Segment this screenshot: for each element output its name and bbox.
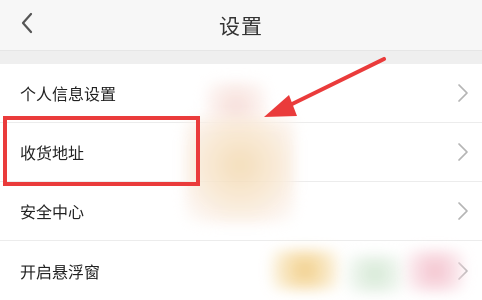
page-title: 设置	[219, 15, 263, 39]
blurred-watermark	[405, 250, 465, 292]
chevron-right-icon	[458, 84, 468, 102]
settings-item-label: 个人信息设置	[20, 85, 117, 104]
blurred-watermark	[185, 118, 295, 223]
header-bar: 设置	[0, 0, 482, 51]
blurred-watermark	[345, 255, 405, 293]
blurred-watermark	[270, 250, 340, 290]
settings-item-label: 开启悬浮窗	[20, 262, 101, 282]
settings-item-label: 安全中心	[20, 203, 85, 222]
highlight-box	[3, 116, 200, 186]
chevron-right-icon	[458, 202, 468, 220]
section-gap	[0, 51, 482, 64]
chevron-right-icon	[458, 143, 468, 161]
